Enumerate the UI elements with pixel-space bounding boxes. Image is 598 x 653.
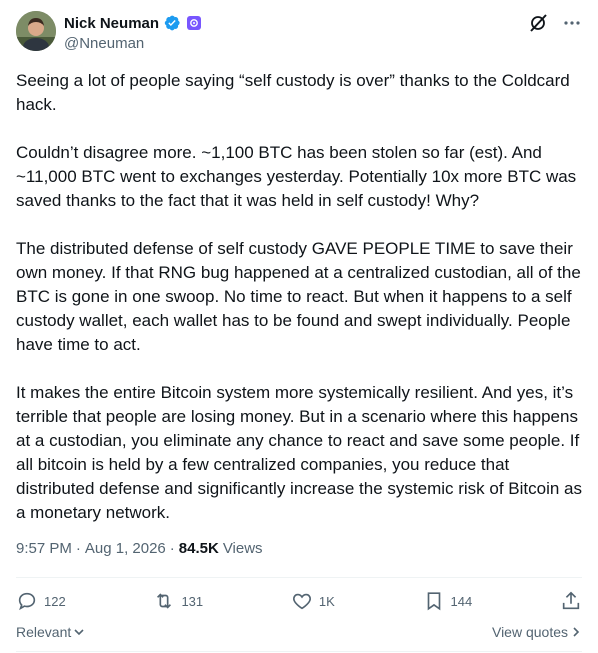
divider [16,577,582,578]
author-handle[interactable]: @Nneuman [64,35,201,52]
sort-dropdown[interactable]: Relevant [16,624,85,640]
tweet-body: Seeing a lot of people saying “self cust… [16,69,586,549]
meta-separator: · [169,540,175,557]
views-count: 84.5K [178,540,219,557]
divider [16,651,582,652]
tweet-time[interactable]: 9:57 PM [16,540,72,557]
view-quotes-link[interactable]: View quotes [492,624,582,640]
sort-label: Relevant [16,624,72,640]
share-button[interactable] [560,590,582,612]
tweet-paragraph: Couldn’t disagree more. ~1,100 BTC has b… [16,143,577,210]
tweet-paragraph: Seeing a lot of people saying “self cust… [16,71,570,114]
repost-icon [157,593,172,609]
tweet-paragraph: It makes the entire Bitcoin system more … [16,383,582,522]
more-icon[interactable] [562,13,582,33]
author-names: Nick Neuman @Nneuman [64,13,202,52]
reply-icon [18,592,36,611]
bookmark-count: 144 [450,593,473,609]
grok-slash-icon[interactable] [528,13,548,33]
tweet-date[interactable]: Aug 1, 2026 [85,540,166,557]
action-bar: 122 131 1K 144 [16,588,582,614]
header-actions [528,13,582,33]
author-display-name[interactable]: Nick Neuman [64,15,159,32]
verified-badge-icon [163,14,181,32]
share-icon [562,591,580,610]
chevron-right-icon [573,627,580,637]
reply-button[interactable]: 122 [16,590,66,612]
tweet: Nick Neuman @Nneuman Seeing a lot of peo… [0,0,598,653]
tweet-meta: 9:57 PM · Aug 1, 2026 · 84.5K Views [16,540,263,557]
affiliate-badge-icon [187,16,202,30]
reply-count: 122 [44,593,66,609]
repost-count: 131 [181,593,204,609]
like-count: 1K [318,593,335,609]
bookmark-icon [427,592,440,611]
reply-controls: Relevant View quotes [16,622,582,642]
avatar[interactable] [16,11,56,51]
view-quotes-label: View quotes [491,624,568,640]
meta-separator: · [75,540,81,557]
views-label: Views [222,540,263,557]
heart-icon [292,593,311,610]
chevron-down-icon [74,629,84,636]
tweet-paragraph: The distributed defense of self custody … [16,239,581,354]
bookmark-button[interactable]: 144 [423,590,473,612]
repost-button[interactable]: 131 [153,590,203,612]
like-button[interactable]: 1K [291,590,335,612]
tweet-header: Nick Neuman @Nneuman [16,11,582,55]
